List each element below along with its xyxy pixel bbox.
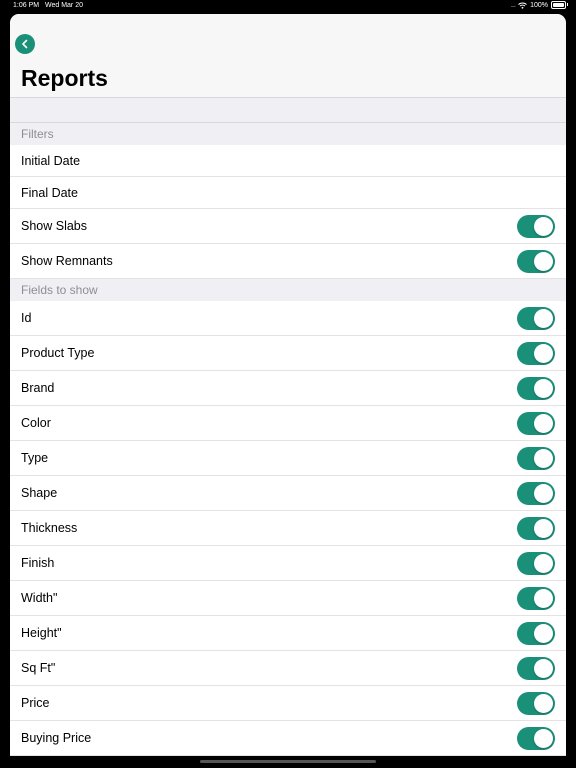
row-label: Final Date	[21, 186, 78, 200]
toggle-knob	[534, 309, 553, 328]
row-shape: Shape	[10, 476, 566, 511]
section-title: Fields to show	[21, 283, 98, 297]
row-label: Type	[21, 451, 49, 465]
section-header-filters: Filters	[10, 123, 566, 145]
row-price: Price	[10, 686, 566, 721]
status-right: ..... 100%	[510, 1, 568, 9]
row-label: Thickness	[21, 521, 78, 535]
toggle-height[interactable]	[517, 622, 555, 645]
toggle-knob	[534, 589, 553, 608]
header-spacer	[10, 98, 566, 123]
row-label: Width"	[21, 591, 58, 605]
toggle-knob	[534, 729, 553, 748]
row-label: Height"	[21, 626, 62, 640]
toggle-show-remnants[interactable]	[517, 250, 555, 273]
toggle-product-type[interactable]	[517, 342, 555, 365]
toggle-knob	[534, 414, 553, 433]
toggle-knob	[534, 449, 553, 468]
row-label: Buying Price	[21, 731, 92, 745]
section-title: Filters	[21, 127, 54, 141]
row-type: Type	[10, 441, 566, 476]
row-thickness: Thickness	[10, 511, 566, 546]
toggle-buying-price[interactable]	[517, 727, 555, 750]
status-time: 1:06 PM	[13, 2, 40, 9]
row-label: Sq Ft"	[21, 661, 56, 675]
row-label: Finish	[21, 556, 55, 570]
toggle-brand[interactable]	[517, 377, 555, 400]
row-label: Product Type	[21, 346, 95, 360]
toggle-show-slabs[interactable]	[517, 215, 555, 238]
row-buying-price: Buying Price	[10, 721, 566, 756]
toggle-color[interactable]	[517, 412, 555, 435]
row-product-type: Product Type	[10, 336, 566, 371]
page-title: Reports	[21, 65, 108, 91]
toggle-shape[interactable]	[517, 482, 555, 505]
toggle-knob	[534, 379, 553, 398]
toggle-knob	[534, 554, 553, 573]
row-label: Brand	[21, 381, 55, 395]
toggle-width[interactable]	[517, 587, 555, 610]
row-height: Height"	[10, 616, 566, 651]
toggle-price[interactable]	[517, 692, 555, 715]
chevron-left-icon	[22, 39, 28, 49]
toggle-knob	[534, 344, 553, 363]
row-final-date[interactable]: Final Date	[10, 177, 566, 209]
toggle-finish[interactable]	[517, 552, 555, 575]
toggle-type[interactable]	[517, 447, 555, 470]
toggle-knob	[534, 659, 553, 678]
row-label: Shape	[21, 486, 58, 500]
row-width: Width"	[10, 581, 566, 616]
wifi-icon	[518, 2, 527, 9]
row-label: Id	[21, 311, 32, 325]
row-id: Id	[10, 301, 566, 336]
toggle-knob	[534, 694, 553, 713]
row-finish: Finish	[10, 546, 566, 581]
battery-percent: 100%	[530, 1, 548, 9]
nav-header: Reports	[10, 14, 566, 98]
toggle-knob	[534, 624, 553, 643]
battery-icon	[551, 1, 568, 9]
row-label: Initial Date	[21, 154, 81, 168]
row-initial-date[interactable]: Initial Date	[10, 145, 566, 177]
row-label: Color	[21, 416, 51, 430]
toggle-knob	[534, 519, 553, 538]
reports-sheet: Reports Filters Initial Date Final Date Sho…	[10, 14, 566, 756]
home-indicator	[200, 760, 376, 763]
row-label: Show Slabs	[21, 219, 88, 233]
status-bar: 1:06 PM Wed Mar 20 ..... 100%	[0, 0, 576, 13]
signal-icon: .....	[510, 1, 516, 9]
toggle-knob	[534, 217, 553, 236]
back-button[interactable]	[15, 34, 35, 54]
toggle-knob	[534, 252, 553, 271]
status-date: Wed Mar 20	[45, 2, 83, 9]
row-show-remnants: Show Remnants	[10, 244, 566, 279]
row-color: Color	[10, 406, 566, 441]
toggle-id[interactable]	[517, 307, 555, 330]
row-brand: Brand	[10, 371, 566, 406]
toggle-knob	[534, 484, 553, 503]
toggle-thickness[interactable]	[517, 517, 555, 540]
row-label: Show Remnants	[21, 254, 113, 268]
row-sq-ft: Sq Ft"	[10, 651, 566, 686]
row-label: Price	[21, 696, 50, 710]
row-show-slabs: Show Slabs	[10, 209, 566, 244]
toggle-sq-ft[interactable]	[517, 657, 555, 680]
section-header-fields: Fields to show	[10, 279, 566, 301]
